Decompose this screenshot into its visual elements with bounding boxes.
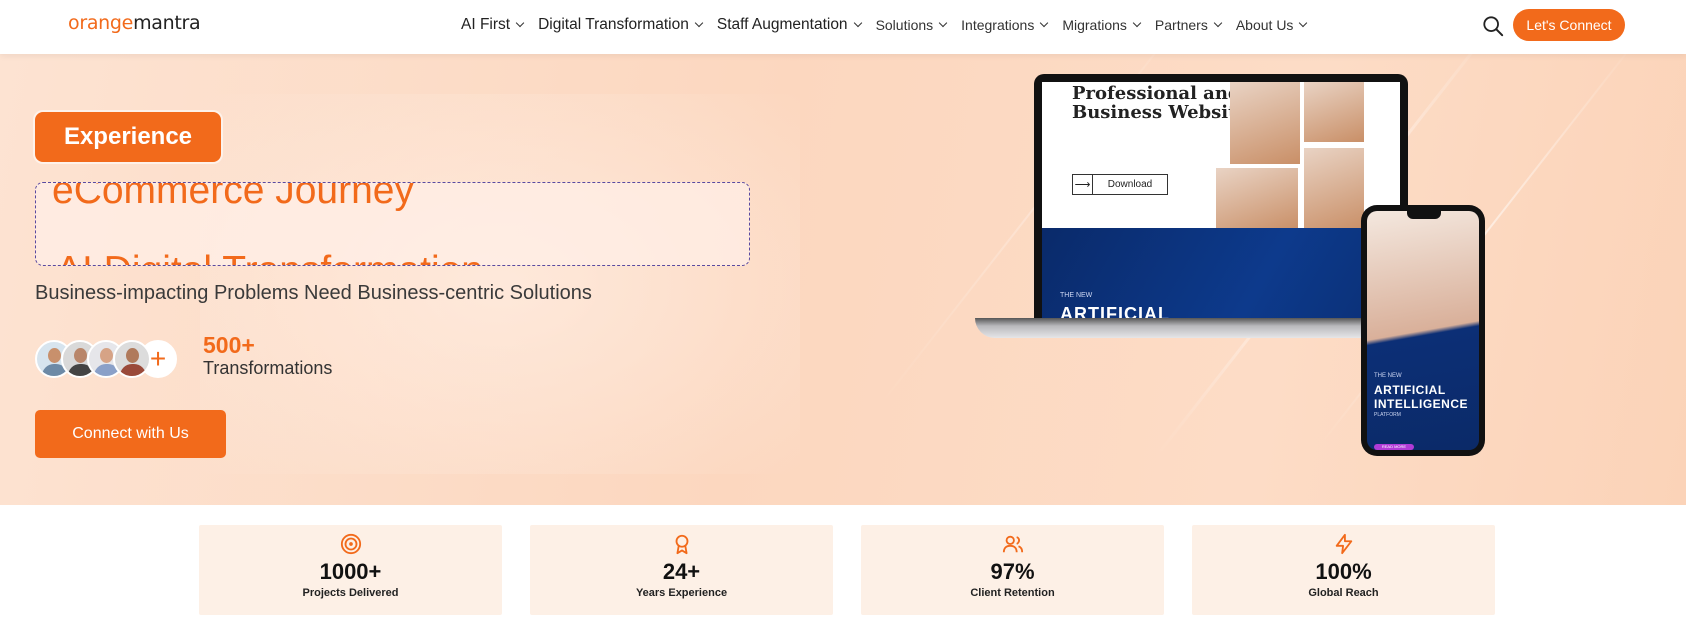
logo[interactable]: orangemantra <box>68 12 201 34</box>
chevron-down-icon <box>1132 18 1142 28</box>
chevron-down-icon <box>938 18 948 28</box>
stat-label: Client Retention <box>970 587 1055 599</box>
phone-mockup: THE NEW ARTIFICIAL INTELLIGENCE PLATFORM… <box>1361 205 1485 456</box>
phone-notch <box>1407 211 1441 219</box>
phone-new-label: THE NEW <box>1374 373 1402 379</box>
stat-value: 100% <box>1315 559 1372 584</box>
logo-part1: orange <box>68 12 134 34</box>
lightning-icon <box>1335 533 1352 555</box>
stat-value: 1000+ <box>319 559 382 584</box>
laptop-mockup: Professional and Business Website ⟶ Down… <box>1034 74 1408 320</box>
stat-label: Years Experience <box>635 587 728 599</box>
nav-item-migrations[interactable]: Migrations <box>1062 17 1142 33</box>
chevron-down-icon <box>1299 18 1308 28</box>
nav-item-solutions[interactable]: Solutions <box>875 17 948 33</box>
mockup-download-button: ⟶ Download <box>1072 174 1168 195</box>
mockup-download-label: Download <box>1107 179 1153 190</box>
phone-ai-line2: INTELLIGENCE <box>1374 397 1469 411</box>
avatar <box>113 340 151 378</box>
mockup-title: Professional and Business Website <box>1072 84 1248 122</box>
nav-item-ai-first[interactable]: AI First <box>461 16 525 34</box>
award-icon <box>675 534 688 555</box>
transformations-label: Transformations <box>203 358 333 378</box>
mockup-title-line1: Professional and <box>1072 83 1241 104</box>
nav-item-label: Partners <box>1154 17 1208 33</box>
phone-ai-title: ARTIFICIAL INTELLIGENCE <box>1374 383 1468 411</box>
chevron-down-icon <box>694 18 704 28</box>
nav-item-partners[interactable]: Partners <box>1154 17 1223 33</box>
stat-label: Projects Delivered <box>302 587 399 599</box>
rotating-line-2: AI Digital Transformation <box>56 249 483 265</box>
rotating-headline: eCommerce Journey AI Digital Transformat… <box>35 182 750 266</box>
stat-label: Global Reach <box>1308 587 1379 599</box>
stat-value: 97% <box>990 559 1035 584</box>
nav-item-label: Integrations <box>961 17 1035 33</box>
chevron-down-icon <box>1040 18 1049 28</box>
rotating-line-1: eCommerce Journey <box>52 182 414 212</box>
search-icon[interactable] <box>1482 15 1504 37</box>
stat-card: 24+ Years Experience <box>530 525 833 615</box>
target-icon <box>340 533 361 555</box>
hero-subtitle: Business-impacting Problems Need Busines… <box>35 282 592 304</box>
nav-item-digital-transformation[interactable]: Digital Transformation <box>538 16 704 34</box>
mockup-ai-banner: THE NEW ARTIFICIAL <box>1042 228 1400 320</box>
phone-platform-label: PLATFORM <box>1374 412 1401 418</box>
stat-card: 100% Global Reach <box>1192 525 1495 615</box>
stats-row: 1000+ Projects Delivered 24+ Years Exper… <box>199 525 1495 615</box>
experience-badge: Experience <box>35 112 221 162</box>
users-icon <box>1002 535 1023 553</box>
nav-item-label: Digital Transformation <box>538 16 689 33</box>
fashion-photo <box>1304 148 1364 230</box>
nav-item-label: AI First <box>461 16 511 33</box>
nav-item-label: Migrations <box>1062 17 1127 33</box>
phone-screen: THE NEW ARTIFICIAL INTELLIGENCE PLATFORM… <box>1367 211 1479 450</box>
stat-value: 24+ <box>662 559 701 584</box>
site-header: orangemantra AI First Digital Transformat… <box>0 0 1686 54</box>
chevron-down-icon <box>1213 18 1223 28</box>
connect-with-us-button[interactable]: Connect with Us <box>35 410 226 458</box>
fashion-photo <box>1304 82 1364 142</box>
stat-card: 97% Client Retention <box>861 525 1164 615</box>
stat-card: 1000+ Projects Delivered <box>199 525 502 615</box>
chevron-down-icon <box>853 18 862 28</box>
nav-item-label: Solutions <box>875 17 934 33</box>
main-nav: AI First Digital Transformation Staff Augm… <box>461 16 1321 34</box>
phone-ai-line1: ARTIFICIAL <box>1374 383 1446 397</box>
nav-item-label: About Us <box>1235 17 1294 33</box>
nav-item-about-us[interactable]: About Us <box>1235 17 1308 33</box>
fashion-photo <box>1216 168 1298 230</box>
transformations-count: 500+ <box>203 332 255 358</box>
laptop-base <box>975 318 1419 338</box>
logo-part2: mantra <box>133 12 201 34</box>
avatar-group: + <box>35 340 177 378</box>
nav-item-label: Staff Augmentation <box>716 16 848 33</box>
nav-item-staff-augmentation[interactable]: Staff Augmentation <box>716 16 862 34</box>
mockup-new-label: THE NEW <box>1060 292 1093 299</box>
laptop-screen: Professional and Business Website ⟶ Down… <box>1042 82 1400 320</box>
nav-item-integrations[interactable]: Integrations <box>961 17 1049 33</box>
chevron-down-icon <box>515 18 525 28</box>
lets-connect-button[interactable]: Let's Connect <box>1513 9 1625 41</box>
fashion-photo <box>1230 82 1300 164</box>
arrow-right-icon: ⟶ <box>1073 175 1093 194</box>
mockup-title-line2: Business Website <box>1072 102 1248 123</box>
phone-read-more: READ MORE <box>1374 444 1414 450</box>
